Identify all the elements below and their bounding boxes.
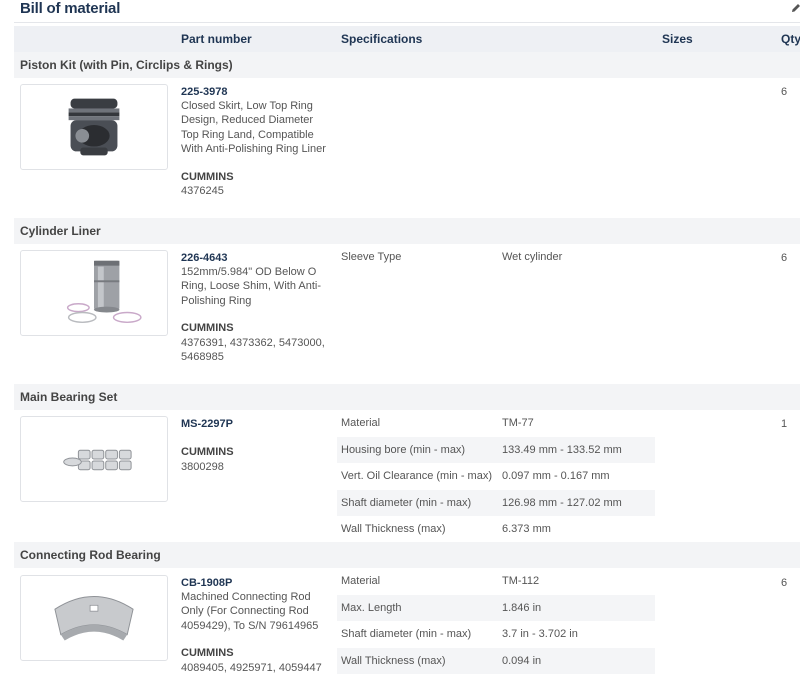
part-description: 152mm/5.984" OD Below O Ring, Loose Shim… <box>181 266 322 307</box>
reference-numbers: 4376391, 4373362, 5473000, 5468985 <box>181 337 325 363</box>
part-description: Machined Connecting Rod Only (For Connec… <box>181 591 319 632</box>
part-number[interactable]: 226-4643 <box>181 252 228 264</box>
spec-value: 0.094 in <box>502 654 542 667</box>
spec-row-oil-clearance: Vert. Oil Clearance (min - max) 0.097 mm… <box>337 463 655 490</box>
title-bar: Bill of material <box>0 0 800 22</box>
brand-name: CUMMINS <box>181 171 234 183</box>
brand-name: CUMMINS <box>181 322 234 334</box>
spec-row-housing-bore: Housing bore (min - max) 133.49 mm - 133… <box>337 436 655 463</box>
section-title: Cylinder Liner <box>20 224 101 238</box>
spec-row-material: Material TM-112 <box>337 568 655 595</box>
spec-row-wall-thickness: Wall Thickness (max) 6.373 mm <box>337 516 655 543</box>
main-bearing-set-image[interactable] <box>20 416 168 502</box>
spec-value: 1.846 in <box>502 601 542 614</box>
reference-numbers: 4089405, 4925971, 4059447 <box>181 662 322 674</box>
pencil-icon[interactable] <box>790 1 800 13</box>
spec-row-max-length: Max. Length 1.846 in <box>337 594 655 621</box>
section-title: Connecting Rod Bearing <box>20 548 161 562</box>
piston-kit-image[interactable] <box>20 84 168 170</box>
section-title: Piston Kit (with Pin, Circlips & Rings) <box>20 58 233 72</box>
brand-name: CUMMINS <box>181 446 234 458</box>
brand-name: CUMMINS <box>181 647 234 659</box>
spec-row-shaft-diameter: Shaft diameter (min - max) 126.98 mm - 1… <box>337 489 655 516</box>
spec-label: Max. Length <box>341 601 402 614</box>
spec-value: TM-77 <box>502 417 534 429</box>
spec-label: Material <box>341 417 381 429</box>
cylinder-liner-image[interactable] <box>20 250 168 336</box>
quantity: 1 <box>781 418 788 430</box>
part-number[interactable]: CB-1908P <box>181 577 232 589</box>
spec-row-wall-thickness: Wall Thickness (max) 0.094 in <box>337 647 655 674</box>
table-header: Part number Specifications Sizes Qty <box>14 26 800 52</box>
quantity: 6 <box>781 86 788 98</box>
part-description: Closed Skirt, Low Top Ring Design, Reduc… <box>181 100 326 156</box>
part-number[interactable]: 225-3978 <box>181 86 228 98</box>
column-header-qty[interactable]: Qty <box>781 32 800 46</box>
quantity: 6 <box>781 577 788 589</box>
spec-value: 6.373 mm <box>502 523 551 535</box>
spec-value: 0.097 mm - 0.167 mm <box>502 470 610 482</box>
spec-label: Housing bore (min - max) <box>341 443 466 456</box>
spec-value: 133.49 mm - 133.52 mm <box>502 443 622 456</box>
column-header-part-number[interactable]: Part number <box>181 32 252 46</box>
spec-label: Vert. Oil Clearance (min - max) <box>341 470 492 482</box>
spec-row-sleeve-type: Sleeve Type Wet cylinder <box>337 244 655 271</box>
section-header-piston-kit: Piston Kit (with Pin, Circlips & Rings) <box>14 52 800 78</box>
reference-numbers: 3800298 <box>181 461 224 473</box>
reference-numbers: 4376245 <box>181 185 224 197</box>
section-title: Main Bearing Set <box>20 390 118 404</box>
spec-label: Sleeve Type <box>341 251 402 263</box>
spec-label: Shaft diameter (min - max) <box>341 496 472 509</box>
column-header-sizes[interactable]: Sizes <box>662 32 693 46</box>
connecting-rod-bearing-image[interactable] <box>20 575 168 661</box>
spec-value: 3.7 in - 3.702 in <box>502 628 578 640</box>
spec-value: TM-112 <box>502 575 540 587</box>
column-header-specifications[interactable]: Specifications <box>341 32 422 46</box>
section-header-connecting-rod-bearing: Connecting Rod Bearing <box>14 542 800 568</box>
spec-value: Wet cylinder <box>502 251 563 263</box>
part-number[interactable]: MS-2297P <box>181 418 233 430</box>
spec-label: Wall Thickness (max) <box>341 523 446 535</box>
title-divider <box>14 22 800 23</box>
spec-row-material: Material TM-77 <box>337 410 655 437</box>
page-title: Bill of material <box>20 0 121 17</box>
spec-label: Material <box>341 575 381 587</box>
section-header-cylinder-liner: Cylinder Liner <box>14 218 800 244</box>
spec-label: Shaft diameter (min - max) <box>341 628 472 640</box>
spec-value: 126.98 mm - 127.02 mm <box>502 496 622 509</box>
spec-row-shaft-diameter: Shaft diameter (min - max) 3.7 in - 3.70… <box>337 621 655 648</box>
section-header-main-bearing-set: Main Bearing Set <box>14 384 800 410</box>
spec-label: Wall Thickness (max) <box>341 654 446 667</box>
quantity: 6 <box>781 252 788 264</box>
